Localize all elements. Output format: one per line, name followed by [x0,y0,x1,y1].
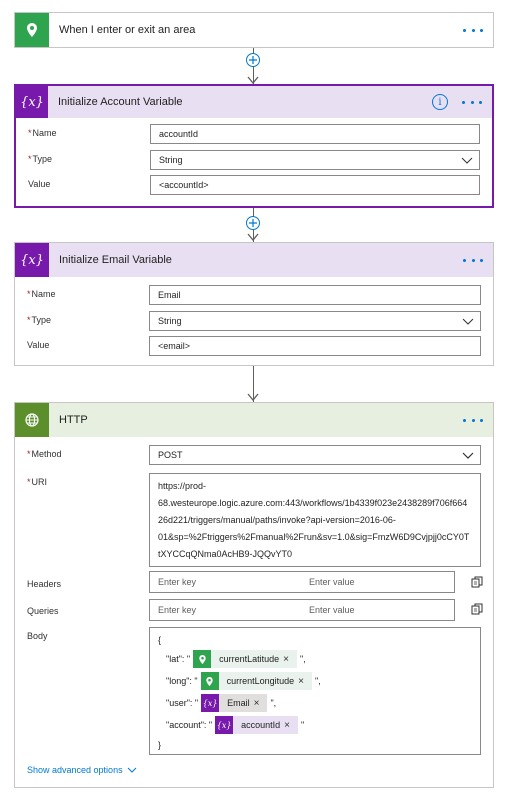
body-close-brace: } [158,740,162,750]
type-value: String [158,316,182,326]
current-latitude-token[interactable]: currentLatitude × [193,650,297,668]
init-account-more-button[interactable] [462,95,482,109]
show-advanced-options-link[interactable]: Show advanced options [27,765,137,775]
location-icon [193,650,212,668]
uri-input[interactable]: https://prod- 68.westeurope.logic.azure.… [149,473,481,567]
http-more-button[interactable] [463,413,483,427]
type-dropdown[interactable]: String [150,150,480,170]
remove-token-icon[interactable]: × [298,676,308,687]
uri-line: tXYCCqQNma0AcHB9-JQQvYT0 [158,549,293,559]
chevron-down-icon [127,767,136,773]
info-icon[interactable]: i [432,94,448,110]
type-label: Type [32,154,53,164]
arrow-down-icon [247,393,259,401]
chevron-down-icon [462,452,474,459]
queries-key-input[interactable]: Enter key [149,599,301,621]
http-title: HTTP [59,414,88,426]
method-value: POST [158,450,183,460]
long-key: "long": " [166,676,198,686]
variable-icon: {x} [201,694,220,712]
headers-value-input[interactable]: Enter value [301,571,455,593]
email-token[interactable]: {x} Email × [201,694,268,712]
headers-key-input[interactable]: Enter key [149,571,301,593]
uri-label: URI [31,477,48,487]
init-email-more-button[interactable] [463,253,483,267]
arrow-down-icon [247,233,259,241]
headers-label: Headers [27,579,62,589]
location-icon [15,13,49,47]
account-id-token[interactable]: {x} accountId × [215,716,298,734]
switch-to-text-mode-icon[interactable] [471,576,483,588]
globe-icon [15,403,49,437]
switch-to-text-mode-icon[interactable] [471,603,483,615]
name-input[interactable]: Email [149,285,481,305]
account-key: "account": " [166,720,213,730]
body-editor[interactable]: { "lat": " currentLatitude × ", "long": … [149,627,481,755]
name-label: Name [32,128,57,138]
insert-step-button[interactable] [246,53,260,67]
remove-token-icon[interactable]: × [283,654,293,665]
uri-line: 68.westeurope.logic.azure.com:443/workfl… [158,498,468,508]
variable-icon: {x} [215,716,234,734]
trigger-more-button[interactable] [463,23,483,37]
location-icon [200,672,219,690]
init-account-title: Initialize Account Variable [58,96,183,108]
user-key: "user": " [166,698,199,708]
value-label: Value [27,340,50,350]
trigger-card[interactable]: When I enter or exit an area [14,12,494,48]
current-longitude-token[interactable]: currentLongitude × [200,672,313,690]
init-account-card[interactable]: {x} Initialize Account Variable i *Name … [14,84,494,208]
arrow-down-icon [247,76,259,84]
chevron-down-icon [462,318,474,325]
queries-value-input[interactable]: Enter value [301,599,455,621]
queries-label: Queries [27,606,59,616]
remove-token-icon[interactable]: × [284,720,294,731]
body-label: Body [27,631,48,641]
chevron-down-icon [461,157,473,164]
name-input[interactable]: accountId [150,124,480,144]
name-label: Name [31,289,56,299]
uri-line: https://prod- [158,481,207,491]
body-open-brace: { [158,635,162,645]
http-card[interactable]: HTTP *Method POST *URI https://prod- 68.… [14,402,494,788]
close-quote: " [300,720,305,730]
value-input[interactable]: <email> [149,336,481,356]
init-email-title: Initialize Email Variable [59,254,172,266]
close-quote: ", [270,698,277,708]
method-label: Method [31,449,62,459]
trigger-title: When I enter or exit an area [59,24,196,36]
method-dropdown[interactable]: POST [149,445,481,465]
value-input[interactable]: <accountId> [150,175,480,195]
uri-line: 26d221/triggers/manual/paths/invoke?api-… [158,515,396,525]
type-value: String [159,155,183,165]
close-quote: ", [299,654,306,664]
variable-icon: {x} [16,86,48,118]
value-label: Value [28,179,51,189]
type-label: Type [31,315,52,325]
insert-step-button[interactable] [246,216,260,230]
init-email-card[interactable]: {x} Initialize Email Variable *Name Emai… [14,242,494,366]
variable-icon: {x} [15,243,49,277]
type-dropdown[interactable]: String [149,311,481,331]
close-quote: ", [315,676,321,686]
uri-line: 01&sp=%2Ftriggers%2Fmanual%2Frun&sv=1.0&… [158,532,470,542]
lat-key: "lat": " [166,654,191,664]
remove-token-icon[interactable]: × [254,698,264,709]
